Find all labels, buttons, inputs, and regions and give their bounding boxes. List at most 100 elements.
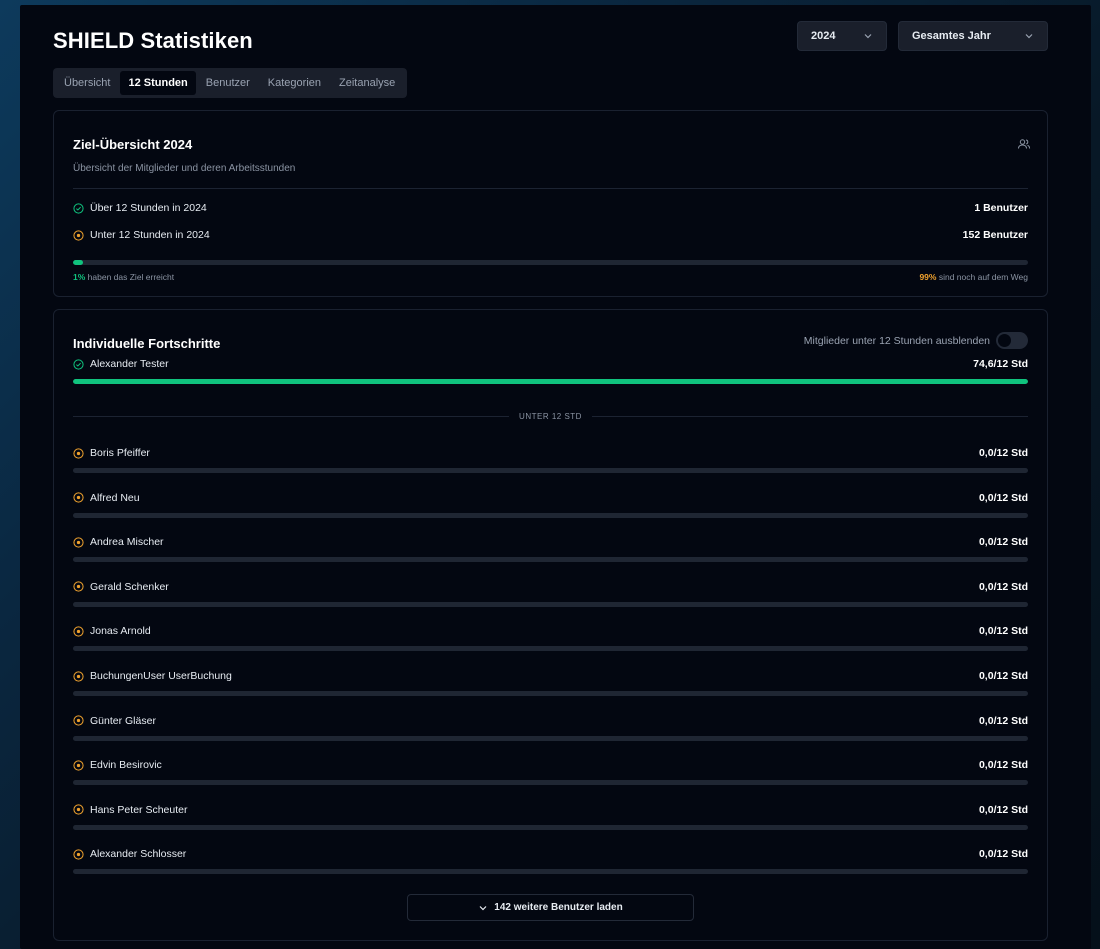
goal-progress-bar [73, 260, 1028, 265]
member-progress-fill [73, 379, 1028, 384]
clock-circle-icon [73, 804, 84, 815]
member-name: BuchungenUser UserBuchung [90, 670, 232, 682]
chevron-down-icon [479, 905, 487, 910]
member-hours: 74,6/12 Std [973, 358, 1028, 370]
clock-circle-icon [73, 492, 84, 503]
list-item: Edvin Besirovic 0,0/12 Std [73, 758, 1028, 798]
stat-label-above: Über 12 Stunden in 2024 [90, 202, 207, 214]
member-progress-bar [73, 468, 1028, 473]
clock-circle-icon [73, 760, 84, 771]
goal-legend-reached: 1% haben das Ziel erreicht [73, 272, 174, 282]
range-select[interactable]: Gesamtes Jahr [898, 21, 1048, 51]
member-hours: 0,0/12 Std [978, 580, 1028, 593]
tab-kategorien[interactable]: Kategorien [260, 71, 329, 95]
clock-circle-icon [73, 447, 84, 459]
users-icon [1018, 139, 1031, 149]
member-hours: 0,0/12 Std [978, 536, 1028, 549]
progress-title: Individuelle Fortschritte [73, 336, 221, 351]
separator-label: UNTER 12 STD [519, 411, 582, 421]
list-item: Günter Gläser 0,0/12 Std [73, 714, 1028, 754]
goal-progress-fill [73, 260, 83, 265]
clock-circle-icon [73, 229, 84, 241]
stat-value-below: 152 Benutzer [962, 229, 1028, 241]
goal-legend-remaining: 99% sind noch auf dem Weg [919, 272, 1028, 282]
stat-row-below: Unter 12 Stunden in 2024 152 Benutzer [73, 227, 1028, 243]
member-name: Gerald Schenker [90, 580, 169, 593]
hide-under-toggle-group: Mitglieder unter 12 Stunden ausblenden [804, 332, 1028, 349]
reached-text: haben das Ziel erreicht [87, 272, 175, 282]
section-separator: UNTER 12 STD [73, 410, 1028, 422]
hide-under-toggle[interactable] [996, 332, 1028, 349]
tab-benutzer[interactable]: Benutzer [198, 71, 258, 95]
member-name: Alexander Schlosser [90, 848, 187, 861]
member-hours: 0,0/12 Std [978, 759, 1028, 772]
member-progress-bar [73, 780, 1028, 786]
member-progress-bar [73, 512, 1028, 518]
year-select[interactable]: 2024 [797, 21, 887, 51]
member-progress-bar [73, 735, 1028, 741]
app-window: SHIELD Statistiken 2024 Gesamtes Jahr Üb… [20, 5, 1091, 949]
member-progress-bar [73, 869, 1028, 875]
member-name: Andrea Mischer [90, 536, 164, 549]
member-hours: 0,0/12 Std [978, 848, 1028, 861]
tab-bar: Übersicht 12 Stunden Benutzer Kategorien… [53, 68, 407, 98]
member-progress-bar [73, 691, 1028, 696]
list-item-top-member: Alexander Tester 74,6/12 Std [73, 357, 1028, 397]
clock-circle-icon [73, 849, 84, 860]
member-progress-bar [73, 601, 1028, 607]
member-name: Alexander Tester [90, 358, 169, 370]
load-more-button[interactable]: 142 weitere Benutzer laden [407, 894, 694, 921]
list-item: Hans Peter Scheuter 0,0/12 Std [73, 803, 1028, 843]
member-name: Edvin Besirovic [90, 759, 162, 772]
clock-circle-icon [73, 581, 84, 592]
goal-title: Ziel-Übersicht 2024 [73, 137, 193, 152]
member-progress-bar [73, 557, 1028, 563]
chevron-down-icon [864, 34, 872, 39]
remaining-text: sind noch auf dem Weg [938, 272, 1028, 282]
member-progress-bar [73, 646, 1028, 652]
stat-row-above: Über 12 Stunden in 2024 1 Benutzer [73, 200, 1028, 216]
list-item: Gerald Schenker 0,0/12 Std [73, 580, 1028, 620]
member-hours: 0,0/12 Std [978, 714, 1028, 727]
member-hours: 0,0/12 Std [978, 491, 1028, 504]
divider [73, 188, 1028, 189]
member-hours: 0,0/12 Std [978, 670, 1028, 682]
list-item: BuchungenUser UserBuchung 0,0/12 Std [73, 669, 1028, 709]
year-select-value: 2024 [811, 30, 836, 42]
chevron-down-icon [1025, 34, 1033, 39]
clock-circle-icon [73, 715, 84, 726]
check-circle-icon [73, 202, 84, 214]
page-title: SHIELD Statistiken [53, 28, 253, 53]
tab-uebersicht[interactable]: Übersicht [56, 71, 118, 95]
check-circle-icon [73, 358, 84, 370]
clock-circle-icon [73, 626, 84, 637]
member-progress-bar [73, 824, 1028, 830]
toggle-knob [998, 334, 1011, 347]
member-hours: 0,0/12 Std [978, 803, 1028, 816]
header: SHIELD Statistiken 2024 Gesamtes Jahr [53, 21, 1058, 67]
goal-overview-card: Ziel-Übersicht 2024 Übersicht der Mitgli… [53, 110, 1048, 297]
member-name: Boris Pfeiffer [90, 447, 150, 459]
range-select-value: Gesamtes Jahr [912, 30, 991, 42]
member-name: Hans Peter Scheuter [90, 803, 188, 816]
goal-legend: 1% haben das Ziel erreicht 99% sind noch… [73, 272, 1028, 282]
goal-subtitle: Übersicht der Mitglieder und deren Arbei… [73, 163, 296, 174]
clock-circle-icon [73, 670, 84, 682]
member-name: Jonas Arnold [90, 625, 151, 638]
member-hours: 0,0/12 Std [978, 447, 1028, 459]
list-item: Alexander Schlosser 0,0/12 Std [73, 847, 1028, 887]
remaining-pct: 99% [919, 272, 937, 282]
stat-label-below: Unter 12 Stunden in 2024 [90, 229, 210, 241]
member-name: Alfred Neu [90, 491, 140, 504]
list-item: Boris Pfeiffer 0,0/12 Std [73, 446, 1028, 486]
toggle-label: Mitglieder unter 12 Stunden ausblenden [803, 334, 990, 347]
list-item: Andrea Mischer 0,0/12 Std [73, 535, 1028, 575]
tab-12-stunden[interactable]: 12 Stunden [120, 71, 196, 95]
load-more-label: 142 weitere Benutzer laden [494, 902, 623, 913]
reached-pct: 1% [73, 272, 86, 282]
stat-value-above: 1 Benutzer [974, 202, 1028, 214]
individual-progress-card: Individuelle Fortschritte Mitglieder unt… [53, 309, 1048, 941]
tab-zeitanalyse[interactable]: Zeitanalyse [331, 71, 403, 95]
list-item: Jonas Arnold 0,0/12 Std [73, 624, 1028, 664]
member-progress-bar [73, 379, 1028, 384]
